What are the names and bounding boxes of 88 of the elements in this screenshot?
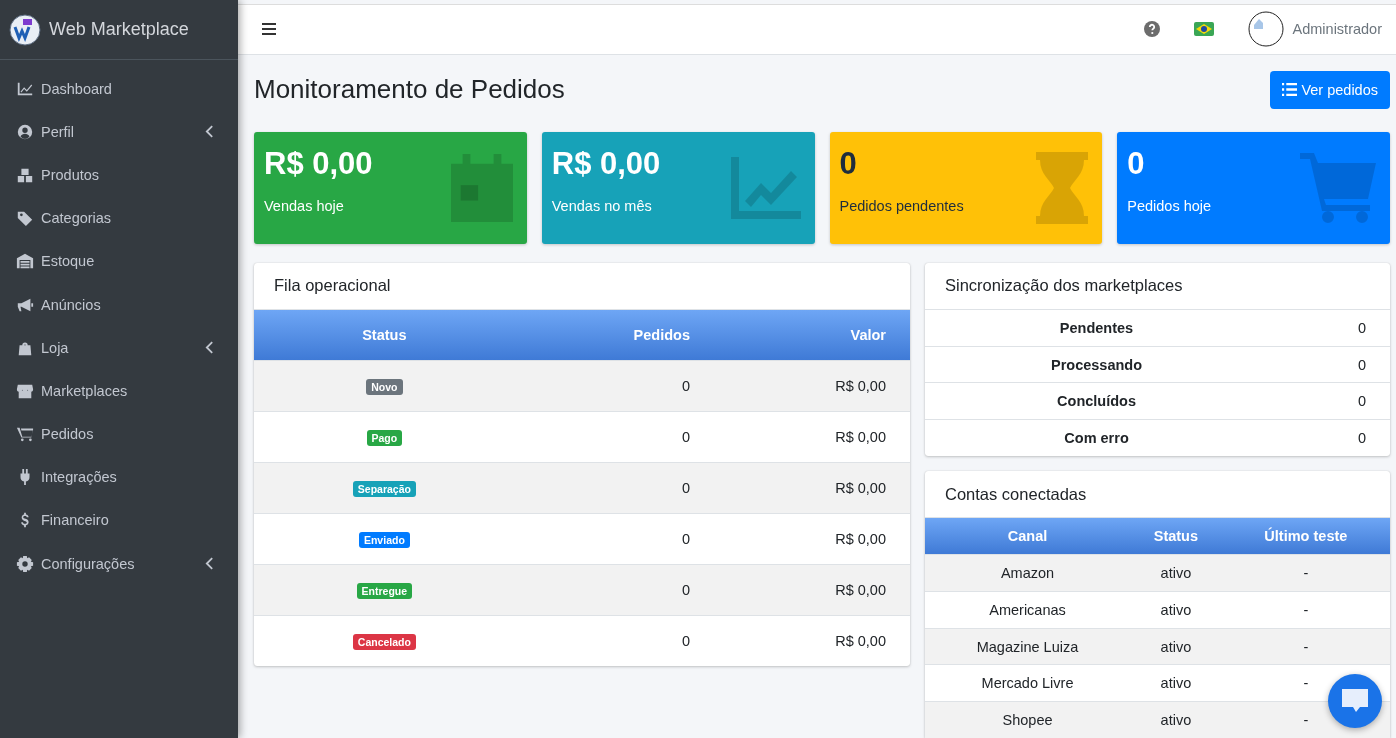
sidebar-item[interactable]: Dashboard [0,67,238,111]
brand-title[interactable]: Web Marketplace [49,19,189,40]
status-badge: Cancelado [352,633,416,650]
sidebar-item[interactable]: Perfil [0,110,238,154]
table-cell: Americanas [989,601,1066,618]
sidebar-icon [16,425,34,444]
stat-value: R$ 0,00 [551,145,661,182]
stat-value: 0 [839,145,858,182]
table-cell: ativo [1160,712,1192,729]
table-cell: Amazon [1000,564,1055,581]
table-cell: 0 [681,581,690,598]
table-cell: ativo [1160,601,1192,618]
sidebar-item[interactable]: Configurações [0,542,238,586]
table-cell: 0 [1357,393,1366,410]
chart-icon [730,156,801,219]
table-cell: Com erro [1064,430,1129,447]
table-cell: Magazine Luiza [976,638,1079,655]
column-header: Canal [925,518,1131,555]
table-cell: R$ 0,00 [835,428,886,445]
help-icon[interactable] [1143,21,1160,38]
sidebar-icon [16,554,34,573]
sidebar-item[interactable]: Marketplaces [0,369,238,413]
menu-icon[interactable] [262,23,276,36]
status-badge: Pago [366,429,403,446]
view-orders-button[interactable]: Ver pedidos [1270,70,1390,109]
table-cell: ativo [1160,675,1192,692]
status-badge: Enviado [358,531,410,548]
table-cell: R$ 0,00 [835,530,886,547]
sidebar-icon [16,122,34,141]
table-cell: - [1303,638,1309,655]
logo-icon [9,13,41,46]
table-cell: 0 [1357,319,1366,336]
sidebar-item[interactable]: Categorias [0,196,238,240]
table-cell: - [1303,712,1309,729]
table-cell: R$ 0,00 [835,479,886,496]
card-title: Fila operacional [254,262,910,310]
list-icon [1282,83,1298,97]
hourglass-icon [1036,151,1089,224]
table-cell: - [1303,675,1309,692]
cart-icon [1300,152,1376,223]
table-cell: ativo [1160,638,1192,655]
sidebar-icon [16,209,34,228]
column-header: Status [1130,518,1222,555]
sidebar-item[interactable]: Loja [0,326,238,370]
table-cell: ativo [1160,564,1192,581]
table-cell: 0 [681,377,690,394]
table-cell: 0 [1357,430,1366,447]
stat-value: R$ 0,00 [264,145,373,182]
column-header: Status [254,309,515,361]
column-header: Valor [690,309,910,361]
user-name[interactable]: Administrador [1292,21,1382,38]
sidebar-item[interactable]: Pedidos [0,412,238,456]
table-cell: 0 [681,479,690,496]
table-cell: Concluídos [1057,393,1136,410]
sidebar-item[interactable]: Estoque [0,239,238,283]
table-cell: R$ 0,00 [835,377,886,394]
table-cell: - [1303,564,1309,581]
column-header: Último teste [1221,518,1390,555]
status-badge: Separação [352,480,416,497]
flag-icon[interactable] [1193,22,1214,37]
sidebar-item[interactable]: Integrações [0,455,238,499]
card-title: Sincronização dos marketplaces [925,262,1390,310]
table-cell: Shopee [1002,712,1053,729]
table-cell: - [1303,601,1309,618]
table-cell: Processando [1051,356,1143,373]
stat-label: Vendas no mês [551,197,653,214]
table-cell: R$ 0,00 [835,581,886,598]
status-badge: Novo [366,378,403,395]
table-cell: 0 [681,632,690,649]
table-cell: 0 [681,428,690,445]
sidebar-item[interactable]: Anúncios [0,282,238,327]
stat-value: 0 [1127,145,1146,182]
table-cell: 0 [1357,356,1366,373]
stat-label: Pedidos hoje [1127,197,1212,214]
column-header: Pedidos [514,309,690,361]
table-cell: Mercado Livre [981,675,1074,692]
table-cell: Pendentes [1059,319,1134,336]
sidebar-icon [16,252,34,271]
calendar-icon [450,152,513,223]
stat-label: Vendas hoje [264,197,345,214]
stat-label: Pedidos pendentes [839,197,964,214]
sidebar-item[interactable]: Produtos [0,153,238,197]
avatar-icon[interactable] [1247,11,1284,48]
page-title: Monitoramento de Pedidos [254,74,565,106]
table-cell: R$ 0,00 [835,632,886,649]
sidebar-item[interactable]: Financeiro [0,498,238,543]
table-cell: 0 [681,530,690,547]
status-badge: Entregue [356,582,413,599]
